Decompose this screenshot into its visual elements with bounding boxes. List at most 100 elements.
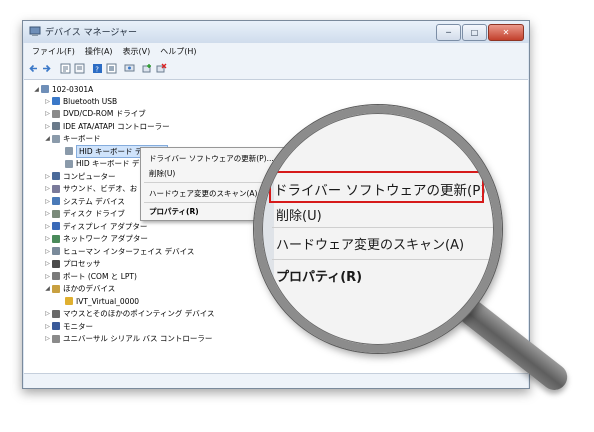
tree-item-label: プロセッサ <box>63 259 101 268</box>
tree-item-label: ほかのデバイス <box>63 284 116 293</box>
minimize-button[interactable]: ─ <box>436 24 461 41</box>
expander-icon[interactable]: ▷ <box>44 173 51 180</box>
tree-category-item[interactable]: ▷ コンピューター <box>44 170 115 182</box>
status-bar <box>24 373 528 388</box>
expander-icon[interactable]: ▷ <box>44 335 51 342</box>
tree-category-item[interactable]: ▷ モニター <box>44 320 93 332</box>
other-device-icon <box>52 284 60 293</box>
expand-root-icon[interactable]: ◢ <box>33 86 40 93</box>
tree-category-item[interactable]: ▷ ユニバーサル シリアル バス コントローラー <box>44 333 212 345</box>
svg-text:?: ? <box>95 66 99 74</box>
ctx-scan-hardware[interactable]: ハードウェア変更のスキャン(A) <box>149 188 257 199</box>
expander-icon[interactable]: ▷ <box>44 210 51 217</box>
scan-icon[interactable] <box>124 63 135 74</box>
tree-icon[interactable] <box>60 63 71 74</box>
processor-icon <box>52 259 60 268</box>
warning-device-icon <box>65 297 73 305</box>
tree-category-item[interactable]: ▷ ヒューマン インターフェイス デバイス <box>44 245 194 257</box>
expander-icon[interactable]: ▷ <box>44 98 51 105</box>
view-icon[interactable] <box>106 63 117 74</box>
magnifier-lens: ドライバー ソフトウェアの更新(P) 削除(U) ハードウェア変更のスキャン(A… <box>262 113 494 345</box>
tree-category-item[interactable]: ▷ ディスク ドライブ <box>44 208 125 220</box>
properties-icon[interactable] <box>74 63 85 74</box>
hid-icon <box>52 247 60 255</box>
magnified-scan-hardware[interactable]: ハードウェア変更のスキャン(A) <box>276 234 464 253</box>
maximize-button[interactable]: □ <box>462 24 487 41</box>
ctx-uninstall[interactable]: 削除(U) <box>149 168 175 179</box>
magnified-uninstall[interactable]: 削除(U) <box>276 205 322 224</box>
expander-icon[interactable]: ▷ <box>44 248 51 255</box>
tree-item-label: DVD/CD-ROM ドライブ <box>63 109 146 118</box>
expander-icon[interactable]: ▷ <box>44 273 51 280</box>
magnified-properties[interactable]: プロパティ(R) <box>276 266 362 285</box>
back-icon[interactable] <box>28 63 39 74</box>
tree-item-label: IVT_Virtual_0000 <box>76 296 140 306</box>
expander-icon[interactable]: ▷ <box>44 123 51 130</box>
help-icon[interactable]: ? <box>92 63 103 74</box>
tree-item-label: キーボード <box>63 134 101 143</box>
expander-icon[interactable]: ◢ <box>44 135 51 142</box>
update-driver-icon[interactable] <box>142 63 153 74</box>
tree-item-label: HID キーボード デ <box>76 159 140 168</box>
tree-item-label: ユニバーサル シリアル バス コントローラー <box>63 334 213 343</box>
magnified-separator <box>272 227 494 228</box>
tree-category-item[interactable]: ▷ サウンド、ビデオ、お <box>44 183 137 195</box>
tree-category-item[interactable]: ◢ ほかのデバイス <box>44 283 115 295</box>
tree-root[interactable]: ◢ 102-0301A <box>33 83 93 95</box>
sound-icon <box>52 184 60 193</box>
tree-category-item[interactable]: ▷ ネットワーク アダプター <box>44 233 148 245</box>
expander-icon[interactable]: ▷ <box>44 323 51 330</box>
tree-category-item[interactable]: ▷ DVD/CD-ROM ドライブ <box>44 108 146 120</box>
expander-icon[interactable]: ◢ <box>44 285 51 292</box>
tree-item-label: マウスとそのほかのポインティング デバイス <box>63 309 215 318</box>
network-icon <box>52 234 60 243</box>
toolbar: ? <box>24 60 528 80</box>
forward-icon[interactable] <box>41 63 52 74</box>
expander-icon[interactable]: ▷ <box>44 185 51 192</box>
dvd-icon <box>52 109 60 118</box>
disk-icon <box>52 209 60 218</box>
ide-icon <box>52 122 60 130</box>
tree-root-label: 102-0301A <box>52 84 94 94</box>
highlight-box <box>269 171 484 203</box>
bluetooth-icon <box>52 97 60 105</box>
expander-icon[interactable]: ▷ <box>44 235 51 242</box>
display-icon <box>52 222 60 230</box>
close-button[interactable]: ✕ <box>488 24 524 41</box>
tree-category-item[interactable]: ▷ IDE ATA/ATAPI コントローラー <box>44 120 169 132</box>
ctx-properties[interactable]: プロパティ(R) <box>149 206 199 217</box>
menu-help[interactable]: ヘルプ(H) <box>160 46 196 57</box>
mouse-icon <box>52 309 60 318</box>
tree-item-label: Bluetooth USB <box>63 96 118 106</box>
expander-icon[interactable]: ▷ <box>44 110 51 117</box>
expander-icon[interactable]: ▷ <box>44 260 51 267</box>
keyboard-icon <box>65 159 73 168</box>
tree-category-item[interactable]: ▷ Bluetooth USB <box>44 95 117 107</box>
tree-category-item[interactable]: ▷ ディスプレイ アダプター <box>44 220 147 232</box>
ctx-update-driver[interactable]: ドライバー ソフトウェアの更新(P)... <box>149 153 274 164</box>
tree-device-item[interactable]: HID キーボード デ <box>57 158 139 170</box>
tree-category-item[interactable]: ▷ ポート (COM と LPT) <box>44 270 137 282</box>
menu-bar: ファイル(F) 操作(A) 表示(V) ヘルプ(H) <box>24 43 528 60</box>
keyboard-icon <box>52 134 60 143</box>
tree-category-item[interactable]: ◢ キーボード <box>44 133 101 145</box>
system-icon <box>52 197 60 205</box>
tree-category-item[interactable]: ▷ システム デバイス <box>44 195 125 207</box>
port-icon <box>52 272 60 280</box>
menu-action[interactable]: 操作(A) <box>85 46 113 57</box>
expander-icon[interactable]: ▷ <box>44 198 51 205</box>
tree-category-item[interactable]: ▷ マウスとそのほかのポインティング デバイス <box>44 308 214 320</box>
expander-icon[interactable]: ▷ <box>44 310 51 317</box>
tree-category-item[interactable]: ▷ プロセッサ <box>44 258 101 270</box>
tree-item-label: システム デバイス <box>63 196 125 206</box>
tree-item-label: ヒューマン インターフェイス デバイス <box>63 246 195 256</box>
tree-item-label: ネットワーク アダプター <box>63 234 148 243</box>
menu-view[interactable]: 表示(V) <box>123 46 151 57</box>
expander-icon[interactable]: ▷ <box>44 223 51 230</box>
tree-item-label: ディスク ドライブ <box>63 209 125 218</box>
tree-item-label: ポート (COM と LPT) <box>63 271 137 281</box>
title-bar[interactable]: デバイス マネージャー ─ □ ✕ <box>23 21 529 43</box>
uninstall-icon[interactable] <box>156 63 167 74</box>
menu-file[interactable]: ファイル(F) <box>32 46 75 57</box>
tree-device-item[interactable]: IVT_Virtual_0000 <box>57 295 139 307</box>
